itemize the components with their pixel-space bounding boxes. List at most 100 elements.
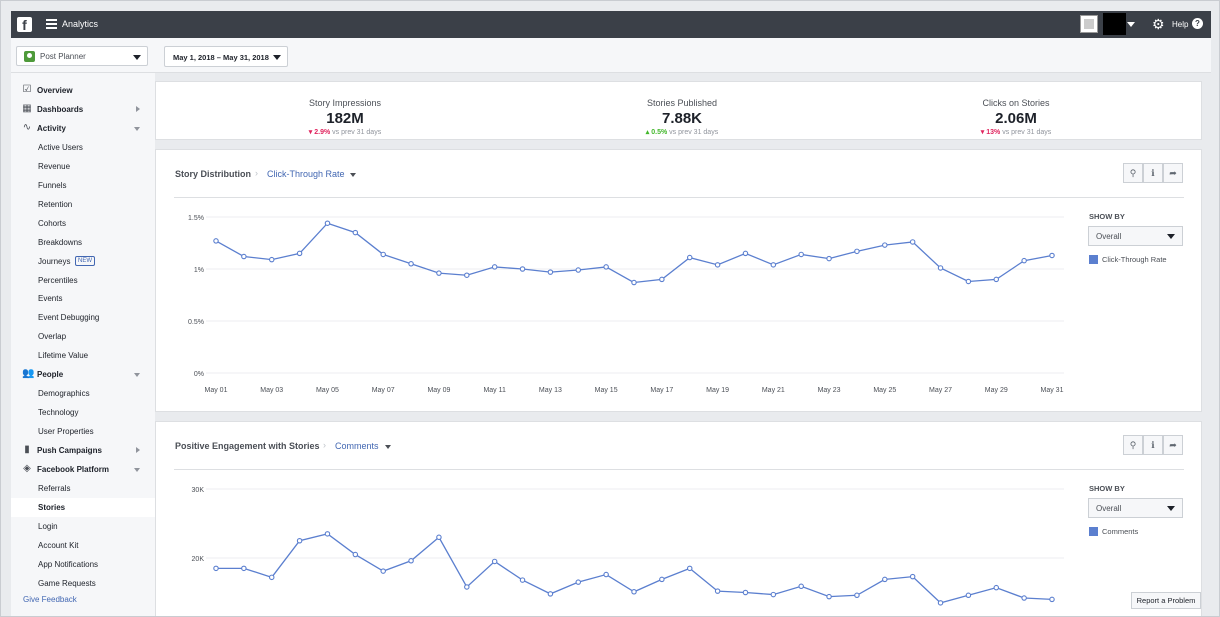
sidebar-item-technology[interactable]: Technology: [11, 403, 155, 422]
sidebar-item-user-properties[interactable]: User Properties: [11, 422, 155, 441]
x-tick-label: May 05: [316, 387, 339, 394]
sidebar-item-label: User Properties: [38, 427, 94, 437]
sidebar-item-breakdowns[interactable]: Breakdowns: [11, 233, 155, 252]
legend-label[interactable]: Comments: [1102, 527, 1138, 536]
data-point: [296, 537, 303, 544]
kpi-clicks-on-stories: Clicks on Stories 2.06M ▾ 13% vs prev 31…: [916, 98, 1116, 136]
sidebar-item-overview[interactable]: ☑ Overview: [11, 81, 155, 100]
help-icon[interactable]: ?: [1192, 18, 1203, 29]
chevron-right-icon[interactable]: [136, 447, 140, 454]
sidebar-item-dashboards[interactable]: ▦ Dashboards: [11, 100, 155, 119]
pin-icon[interactable]: ⚲: [1123, 435, 1143, 455]
data-point: [352, 551, 359, 558]
facebook-logo-icon[interactable]: f: [17, 17, 32, 32]
app-icon: [24, 51, 35, 62]
sidebar-item-percentiles[interactable]: Percentiles: [11, 271, 155, 290]
data-point: [770, 262, 777, 268]
info-icon[interactable]: ℹ: [1143, 163, 1163, 183]
share-icon[interactable]: ➦: [1163, 163, 1183, 183]
activity-icon: ∿: [22, 121, 32, 133]
dashboards-icon: ▦: [22, 102, 32, 114]
data-point: [241, 253, 247, 260]
metric-selector[interactable]: Comments: [335, 441, 379, 451]
chevron-right-icon[interactable]: [136, 105, 140, 112]
sidebar-item-revenue[interactable]: Revenue: [11, 157, 155, 176]
sidebar-item-people[interactable]: 👥 People: [11, 365, 155, 384]
app-title: Analytics: [62, 19, 99, 29]
sidebar-item-events[interactable]: Events: [11, 289, 155, 308]
sidebar-item-referrals[interactable]: Referrals: [11, 479, 155, 498]
sidebar-item-facebook-platform[interactable]: ◈ Facebook Platform: [11, 460, 155, 479]
app-selector[interactable]: Post Planner: [16, 46, 148, 66]
show-by-value: Overall: [1096, 232, 1122, 241]
sidebar-item-label: Event Debugging: [38, 313, 100, 323]
sidebar-item-app-notifications[interactable]: App Notifications: [11, 555, 155, 574]
data-point: [631, 589, 637, 595]
series-line: [215, 222, 1053, 284]
sidebar-item-login[interactable]: Login: [11, 517, 155, 536]
gear-icon[interactable]: ⚙: [1152, 17, 1166, 31]
kpi-value: 2.06M: [995, 110, 1037, 127]
card-title: Story Distribution: [175, 169, 251, 179]
sidebar-item-label: Login: [38, 521, 58, 531]
avatar[interactable]: [1080, 15, 1098, 33]
data-point: [519, 577, 526, 583]
legend-label[interactable]: Click-Through Rate: [1102, 255, 1167, 264]
chevron-down-icon[interactable]: [134, 373, 140, 378]
sidebar-item-label: Percentiles: [38, 275, 78, 285]
data-point: [882, 576, 888, 583]
sidebar-item-journeys[interactable]: Journeys NEW: [11, 252, 155, 271]
legend-swatch: [1089, 255, 1098, 264]
chevron-down-icon[interactable]: [134, 468, 140, 472]
sidebar-item-stories[interactable]: Stories: [11, 497, 155, 517]
help-link[interactable]: Help: [1172, 20, 1188, 29]
chevron-down-icon: [1167, 506, 1175, 511]
show-by-select[interactable]: Overall: [1088, 498, 1183, 518]
pin-icon[interactable]: ⚲: [1123, 163, 1143, 183]
y-tick-label: 30K: [192, 487, 205, 494]
chevron-down-icon[interactable]: [134, 126, 140, 131]
data-point: [547, 591, 554, 597]
sidebar-item-event-debugging[interactable]: Event Debugging: [11, 308, 155, 327]
sidebar-item-active-users[interactable]: Active Users: [11, 138, 155, 157]
sidebar-item-retention[interactable]: Retention: [11, 195, 155, 214]
x-tick-label: May 07: [372, 387, 395, 394]
data-point: [380, 568, 386, 574]
metric-selector[interactable]: Click-Through Rate: [267, 169, 345, 179]
give-feedback-link[interactable]: Give Feedback: [23, 595, 77, 604]
metric-chevron-down-icon[interactable]: [385, 445, 391, 449]
kpi-value: 182M: [326, 110, 364, 127]
sidebar-item-account-kit[interactable]: Account Kit: [11, 536, 155, 555]
metric-chevron-down-icon[interactable]: [350, 173, 356, 177]
data-point: [213, 238, 219, 244]
sidebar-item-label: Revenue: [38, 161, 71, 171]
sidebar-item-game-requests[interactable]: Game Requests: [11, 574, 155, 593]
report-problem-button[interactable]: Report a Problem: [1131, 592, 1201, 609]
sidebar-item-funnels[interactable]: Funnels: [11, 176, 155, 195]
date-range-picker[interactable]: May 1, 2018 – May 31, 2018: [164, 46, 288, 67]
sidebar-item-push-campaigns[interactable]: ▮ Push Campaigns: [11, 441, 155, 460]
share-icon[interactable]: ➦: [1163, 435, 1183, 455]
sidebar-item-demographics[interactable]: Demographics: [11, 384, 155, 403]
y-tick-label: 0.5%: [188, 319, 204, 326]
data-point: [770, 591, 777, 598]
info-icon[interactable]: ℹ: [1143, 435, 1163, 455]
menu-icon[interactable]: [46, 19, 57, 29]
show-by-select[interactable]: Overall: [1088, 226, 1183, 246]
x-tick-label: May 15: [595, 387, 618, 394]
data-point: [436, 270, 442, 276]
x-tick-label: May 17: [650, 387, 673, 394]
kpi-stories-published: Stories Published 7.88K ▴ 0.5% vs prev 3…: [582, 98, 782, 136]
data-point: [1049, 596, 1055, 603]
sidebar-item-overlap[interactable]: Overlap: [11, 327, 155, 346]
sidebar-item-cohorts[interactable]: Cohorts: [11, 214, 155, 233]
sidebar-item-label: Facebook Platform: [37, 465, 110, 474]
data-point: [408, 261, 414, 267]
sidebar-item-activity[interactable]: ∿ Activity: [11, 119, 155, 138]
app-frame: f Analytics ⚙ Help ? Post Planner May 1,…: [0, 0, 1220, 617]
data-point: [965, 592, 972, 599]
account-chevron-down-icon[interactable]: [1127, 22, 1135, 27]
data-point: [324, 531, 331, 537]
x-tick-label: May 11: [483, 387, 506, 394]
sidebar-item-lifetime-value[interactable]: Lifetime Value: [11, 346, 155, 365]
